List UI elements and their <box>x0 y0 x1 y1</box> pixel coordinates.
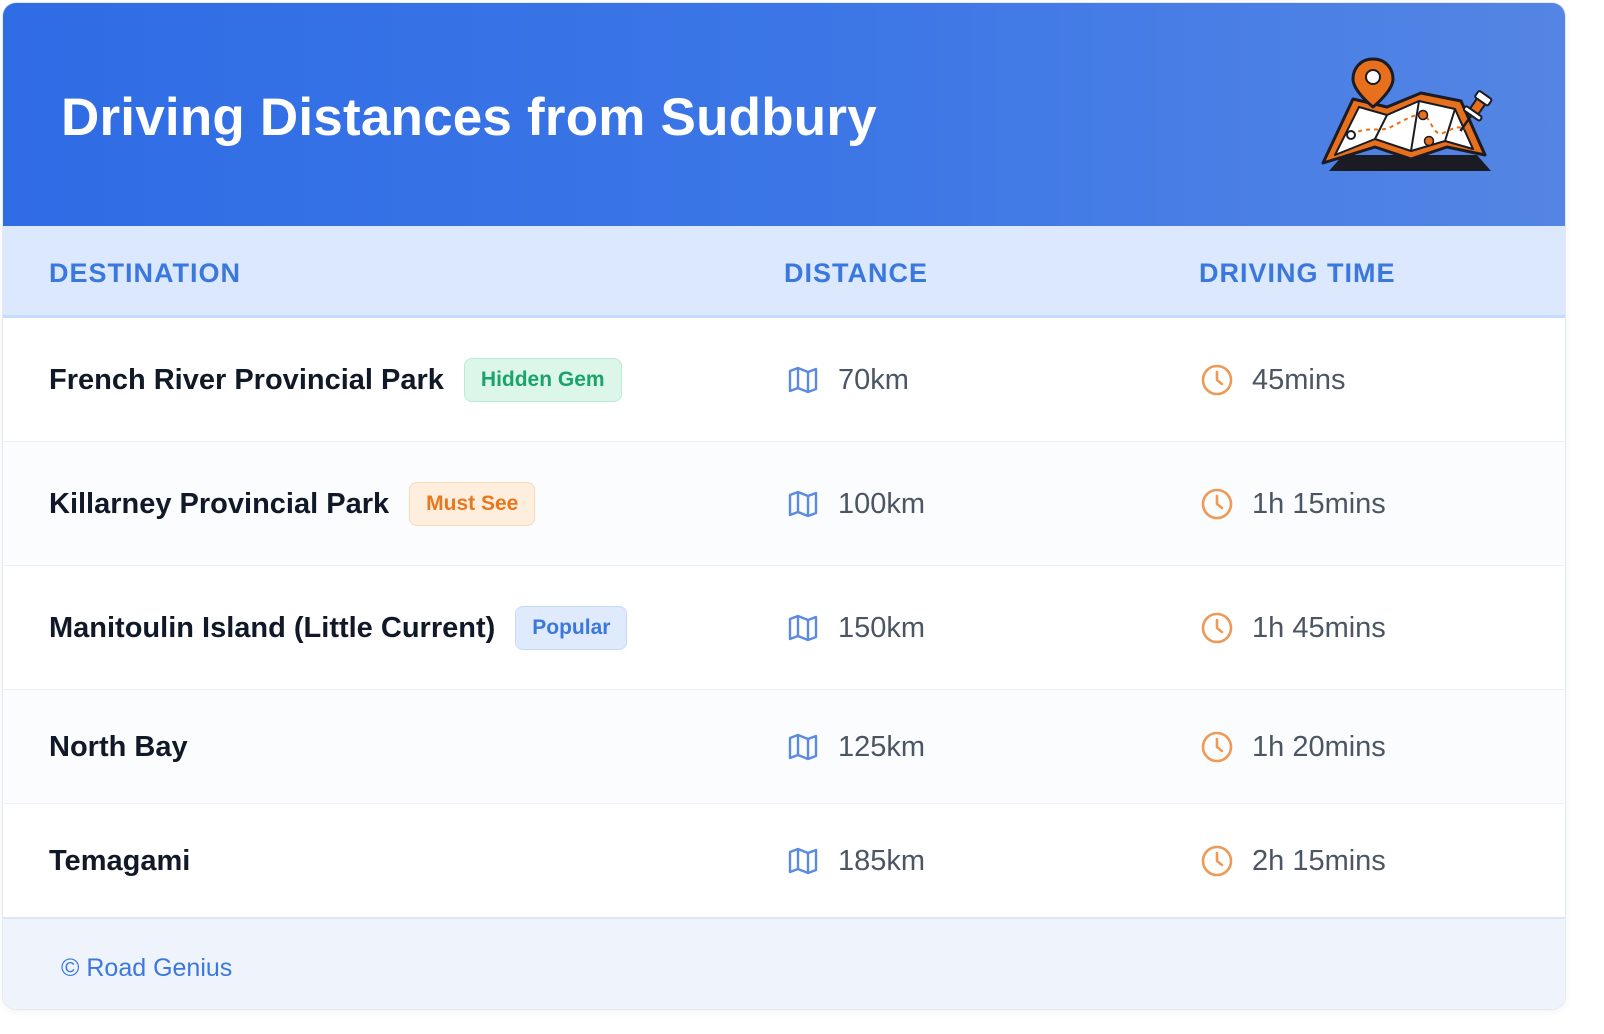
map-icon <box>786 844 820 878</box>
destination-cell: Killarney Provincial Park Must See <box>49 442 536 565</box>
destination-name: French River Provincial Park <box>49 363 444 396</box>
driving-time-value: 1h 45mins <box>1252 611 1386 644</box>
destination-cell: Temagami <box>49 804 190 917</box>
driving-time-cell: 1h 20mins <box>1200 690 1386 803</box>
driving-time-cell: 1h 15mins <box>1200 442 1386 565</box>
distance-cell: 70km <box>786 318 909 441</box>
column-header-distance: DISTANCE <box>784 258 929 288</box>
distance-cell: 125km <box>786 690 925 803</box>
clock-icon <box>1200 844 1234 878</box>
distance-value: 150km <box>838 611 926 644</box>
driving-time-cell: 2h 15mins <box>1200 804 1386 917</box>
map-icon <box>786 487 820 521</box>
clock-icon <box>1200 611 1234 645</box>
popular-badge: Popular <box>515 605 628 650</box>
card-header: Driving Distances from Sudbury <box>3 3 1565 226</box>
distance-value: 100km <box>838 487 926 520</box>
column-header-destination: DESTINATION <box>49 258 241 288</box>
table-row: Killarney Provincial Park Must See 100km… <box>3 442 1565 566</box>
destination-name: Temagami <box>49 844 191 877</box>
distance-card: Driving Distances from Sudbury DESTINATI… <box>2 2 1566 1010</box>
distance-cell: 100km <box>786 442 925 565</box>
card-footer: © Road Genius <box>3 917 1565 1009</box>
column-header-driving-time: DRIVING TIME <box>1199 258 1396 288</box>
table-header: DESTINATION DISTANCE DRIVING TIME <box>3 226 1565 318</box>
distance-value: 185km <box>838 844 926 877</box>
distance-cell: 150km <box>786 566 925 689</box>
destination-cell: French River Provincial Park Hidden Gem <box>49 318 622 441</box>
table-row: North Bay 125km 1h 20mins <box>3 690 1565 804</box>
clock-icon <box>1200 363 1234 397</box>
table-row: French River Provincial Park Hidden Gem … <box>3 318 1565 442</box>
driving-time-cell: 1h 45mins <box>1200 566 1386 689</box>
distance-value: 125km <box>838 730 926 763</box>
clock-icon <box>1200 730 1234 764</box>
table-row: Manitoulin Island (Little Current) Popul… <box>3 566 1565 690</box>
map-icon <box>786 611 820 645</box>
hidden-gem-badge: Hidden Gem <box>463 357 622 402</box>
must-see-badge: Must See <box>409 481 536 526</box>
map-icon <box>786 730 820 764</box>
distance-value: 70km <box>838 363 909 396</box>
destination-name: North Bay <box>49 730 188 763</box>
page-title: Driving Distances from Sudbury <box>61 88 877 147</box>
driving-time-value: 1h 15mins <box>1252 487 1386 520</box>
table-row: Temagami 185km 2h 15mins <box>3 804 1565 917</box>
driving-time-value: 45mins <box>1252 363 1346 396</box>
distance-cell: 185km <box>786 804 925 917</box>
destination-cell: North Bay <box>49 690 188 803</box>
destination-cell: Manitoulin Island (Little Current) Popul… <box>49 566 628 689</box>
clock-icon <box>1200 487 1234 521</box>
destination-name: Killarney Provincial Park <box>49 487 390 520</box>
map-icon <box>786 363 820 397</box>
driving-time-cell: 45mins <box>1200 318 1346 441</box>
copyright-credit: © Road Genius <box>61 954 233 982</box>
driving-time-value: 2h 15mins <box>1252 844 1386 877</box>
destination-name: Manitoulin Island (Little Current) <box>49 611 496 644</box>
driving-time-value: 1h 20mins <box>1252 730 1386 763</box>
map-pin-illustration <box>1321 57 1493 171</box>
